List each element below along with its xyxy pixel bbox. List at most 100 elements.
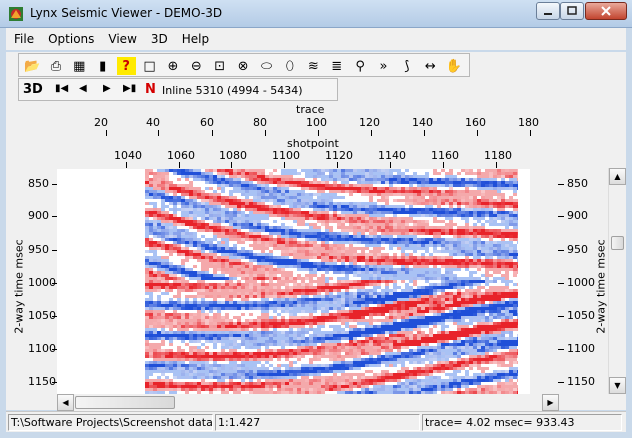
trace-tick-mark [530,130,531,136]
first-inline-icon[interactable]: ▮◀ [55,83,68,94]
zoom-box-icon[interactable]: ⊡ [210,57,229,75]
north-button[interactable]: N [145,82,156,97]
inline-label: Inline 5310 (4994 - 5434) [162,84,303,97]
menu-3d[interactable]: 3D [151,32,168,46]
trace-tick-label: 20 [94,116,108,129]
shotpoint-tick-mark [337,162,338,168]
stack-icon[interactable]: ≣ [327,57,346,75]
shotpoint-tick-label: 1120 [325,149,353,162]
y-axis-title-left: 2-way time msec [12,239,26,334]
hand-icon[interactable]: ✋ [444,57,463,75]
print-icon[interactable]: ⎙ [46,57,65,75]
scroll-down-button[interactable]: ▼ [609,377,626,394]
time-tick-label-left: 900 [28,209,49,222]
menu-view[interactable]: View [108,32,136,46]
time-tick-label-left: 950 [28,243,49,256]
shotpoint-tick-label: 1060 [167,149,195,162]
time-tick-label-right: 850 [567,177,588,190]
app-icon [9,7,23,21]
vertical-scroll-thumb[interactable] [611,236,624,250]
trace-tick-label: 180 [518,116,539,129]
seismic-image[interactable] [145,169,518,395]
maximize-icon [567,6,577,15]
open-icon[interactable]: 📂 [23,57,42,75]
scroll-up-button[interactable]: ▲ [609,168,626,185]
shotpoint-tick-label: 1140 [378,149,406,162]
time-tick-label-right: 1050 [567,309,595,322]
menu-help[interactable]: Help [182,32,209,46]
shotpoint-tick-label: 1160 [431,149,459,162]
shotpoint-tick-label: 1040 [114,149,142,162]
shotpoint-tick-label: 1080 [219,149,247,162]
trace-tick-label: 100 [306,116,327,129]
status-scale: 1:1.427 [215,414,420,431]
shotpoint-tick-mark [126,162,127,168]
export-icon[interactable]: ▦ [70,57,89,75]
time-tick-mark-right [558,216,564,217]
prev-inline-icon[interactable]: ◀ [79,83,87,94]
time-tick-mark-right [558,382,564,383]
minimize-button[interactable] [536,2,560,20]
trace-tick-label: 60 [200,116,214,129]
scroll-right-button[interactable]: ▶ [542,394,559,411]
status-path: T:\Software Projects\Screenshot data\I [8,414,213,431]
colorbar-icon[interactable]: ▮ [93,57,112,75]
shotpoint-tick-mark [231,162,232,168]
wave-icon[interactable]: ⟆ [397,57,416,75]
time-tick-label-right: 1000 [567,276,595,289]
inline-toolbar: 3D ▮◀ ◀ ▶ ▶▮ N Inline 5310 (4994 - 5434) [6,78,626,102]
horizontal-scroll-thumb[interactable] [75,396,175,409]
stretch-icon[interactable]: ↔ [421,57,440,75]
trace-tick-mark [212,130,213,136]
horizontal-scrollbar[interactable]: ◀ ▶ [57,394,559,411]
3d-button[interactable]: 3D [23,82,43,97]
trace-tick-mark [424,130,425,136]
time-tick-mark-right [558,283,564,284]
time-tick-mark-right [558,316,564,317]
shotpoint-tick-mark [284,162,285,168]
title-bar: Lynx Seismic Viewer - DEMO-3D [0,0,632,28]
time-tick-label-right: 1100 [567,342,595,355]
fast-forward-icon[interactable]: » [374,57,393,75]
menu-bar: File Options View 3D Help [6,28,626,50]
last-inline-icon[interactable]: ▶▮ [123,83,136,94]
next-inline-icon[interactable]: ▶ [103,83,111,94]
vertical-scrollbar[interactable]: ▲ ▼ [608,168,626,394]
status-readout: trace= 4.02 msec= 933.43 [422,414,622,431]
menu-file[interactable]: File [14,32,34,46]
shotpoint-tick-mark [390,162,391,168]
trace-axis-title: trace [296,103,325,116]
pan-vertical-icon[interactable]: ⬯ [280,57,299,75]
main-toolbar: 📂 ⎙ ▦ ▮? □ ⊕ ⊖ ⊡ ⊗ ⬭ ⬯ ≋ ≣ ⚲» ⟆ ↔ ✋ [6,52,626,78]
pan-horizontal-icon[interactable]: ⬭ [257,57,276,75]
trace-tick-mark [477,130,478,136]
shotpoint-tick-mark [443,162,444,168]
status-bar: T:\Software Projects\Screenshot data\I 1… [6,411,626,432]
time-tick-mark-right [558,184,564,185]
time-tick-label-right: 900 [567,209,588,222]
new-window-icon[interactable]: □ [140,57,159,75]
shotpoint-tick-label: 1100 [272,149,300,162]
maximize-button[interactable] [560,2,584,20]
shotpoint-tick-mark [179,162,180,168]
close-icon [601,6,611,16]
scroll-left-button[interactable]: ◀ [57,394,74,411]
close-button[interactable] [585,2,627,20]
magnify-icon[interactable]: ⚲ [351,57,370,75]
trace-tick-mark [371,130,372,136]
help-icon[interactable]: ? [116,57,136,75]
trace-tick-label: 140 [412,116,433,129]
wiggle-icon[interactable]: ≋ [304,57,323,75]
menu-options[interactable]: Options [48,32,94,46]
zoom-cancel-icon[interactable]: ⊗ [234,57,253,75]
time-tick-label-right: 1150 [567,375,595,388]
zoom-out-icon[interactable]: ⊖ [187,57,206,75]
time-tick-label-left: 850 [28,177,49,190]
trace-tick-label: 120 [359,116,380,129]
trace-tick-mark [265,130,266,136]
trace-tick-label: 80 [253,116,267,129]
minimize-icon [544,13,552,15]
zoom-in-icon[interactable]: ⊕ [163,57,182,75]
y-axis-title-right: 2-way time msec [594,239,608,334]
trace-tick-mark [158,130,159,136]
